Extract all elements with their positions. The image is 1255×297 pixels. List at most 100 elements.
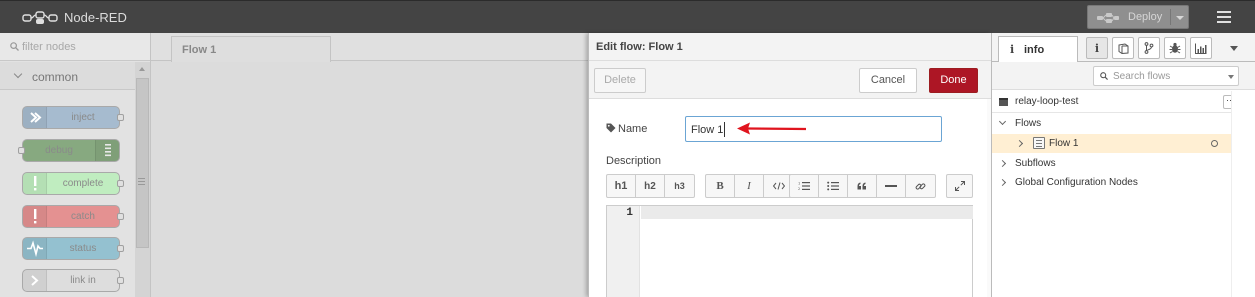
search-icon <box>1100 72 1108 80</box>
horizontal-rule-button[interactable] <box>877 175 906 197</box>
h2-button[interactable]: h2 <box>636 175 665 197</box>
sidebar-tabs: i info i <box>992 33 1255 63</box>
output-port <box>117 277 124 284</box>
workspace-tabs: Flow 1 <box>151 33 588 62</box>
palette-node-status[interactable]: status <box>22 237 124 260</box>
flow-icon <box>1033 137 1045 149</box>
tree-flows[interactable]: Flows <box>992 114 1231 133</box>
main-menu-button[interactable] <box>1209 6 1239 28</box>
tray-title: Edit flow: Flow 1 <box>596 41 683 53</box>
tree-flows-label: Flows <box>1015 118 1042 129</box>
text-cursor <box>724 122 725 137</box>
info-tab-button[interactable]: i <box>1086 37 1108 59</box>
quote-icon <box>857 182 866 190</box>
node-palette: common inject debug complete <box>0 33 151 297</box>
search-flows-input[interactable] <box>1113 69 1221 83</box>
project-row[interactable]: relay-loop-test ··· <box>992 91 1238 113</box>
palette-category-common[interactable]: common <box>0 62 135 90</box>
search-options-dropdown-icon[interactable] <box>1228 75 1234 79</box>
done-button[interactable]: Done <box>929 68 978 93</box>
link-icon <box>915 182 926 190</box>
palette-scrollbar[interactable] <box>135 62 150 297</box>
output-port <box>117 245 124 252</box>
tab-info[interactable]: i info <box>998 36 1078 63</box>
sidebar-scrollbar[interactable] <box>1231 91 1255 297</box>
deploy-dropdown-icon[interactable] <box>1176 16 1184 20</box>
quote-button[interactable] <box>848 175 877 197</box>
line-number: 1 <box>626 207 633 219</box>
description-label: Description <box>606 155 662 167</box>
deploy-label: Deploy <box>1128 11 1163 23</box>
header-bar: Node-RED Deploy <box>0 0 1255 33</box>
palette-node-inject[interactable]: inject <box>22 106 124 129</box>
bar-chart-icon <box>1195 43 1207 54</box>
palette-node-debug[interactable]: debug <box>18 139 120 162</box>
chevron-right-icon[interactable] <box>998 178 1007 187</box>
book-icon <box>1118 42 1128 54</box>
chevron-down-icon <box>13 69 23 79</box>
node-label: status <box>69 243 97 254</box>
deploy-divider <box>1170 9 1171 25</box>
inject-icon <box>23 107 47 128</box>
h1-button[interactable]: h1 <box>607 175 636 197</box>
debug-tab-button[interactable] <box>1164 37 1186 59</box>
block-toolbar-group: 1 2 <box>789 174 936 198</box>
tab-label: Flow 1 <box>182 44 217 56</box>
expand-icon <box>954 181 965 191</box>
scroll-up-icon[interactable] <box>139 67 145 71</box>
bold-button[interactable]: B <box>706 175 735 197</box>
project-tab-button[interactable] <box>1138 37 1160 59</box>
name-input[interactable]: Flow 1 <box>685 116 942 142</box>
tree-global-config[interactable]: Global Configuration Nodes <box>992 173 1231 192</box>
git-branch-icon <box>1144 42 1154 54</box>
tray-header: Edit flow: Flow 1 <box>589 33 992 61</box>
description-editor[interactable]: 1 <box>606 205 973 297</box>
help-tab-button[interactable] <box>1112 37 1134 59</box>
app-title: Node-RED <box>64 10 127 25</box>
search-icon <box>10 42 19 51</box>
active-line-highlight <box>641 206 973 219</box>
output-port <box>117 114 124 121</box>
chevron-down-icon[interactable] <box>998 117 1007 126</box>
flow-status-dot-icon[interactable] <box>1211 140 1218 147</box>
resize-grip-icon[interactable] <box>138 178 145 187</box>
project-name: relay-loop-test <box>1015 96 1079 107</box>
info-icon: i <box>1010 43 1015 56</box>
search-flows-field[interactable] <box>1093 66 1239 86</box>
tree-global-config-label: Global Configuration Nodes <box>1015 177 1138 188</box>
chevron-right-icon[interactable] <box>1015 139 1024 148</box>
code-icon <box>772 182 785 190</box>
debug-icon <box>95 140 119 161</box>
node-label: complete <box>62 178 104 189</box>
svg-text:2: 2 <box>798 187 800 191</box>
dashboard-tab-button[interactable] <box>1190 37 1212 59</box>
h3-button[interactable]: h3 <box>665 175 694 197</box>
tab-flow-1[interactable]: Flow 1 <box>171 36 331 62</box>
chevron-right-icon[interactable] <box>998 159 1007 168</box>
palette-node-complete[interactable]: complete <box>22 172 124 195</box>
scroll-thumb[interactable] <box>136 78 149 248</box>
ordered-list-button[interactable]: 1 2 <box>790 175 819 197</box>
tree-flow-item[interactable]: Flow 1 <box>992 134 1231 153</box>
node-label: catch <box>71 211 95 222</box>
italic-button[interactable]: I <box>735 175 764 197</box>
tree-subflows[interactable]: Subflows <box>992 154 1231 173</box>
sidebar-tabs-dropdown-icon[interactable] <box>1230 46 1238 51</box>
palette-node-catch[interactable]: catch <box>22 205 124 228</box>
delete-button[interactable]: Delete <box>594 68 646 93</box>
sidebar: i info i Search flows relay-loop-test Fl… <box>991 33 1255 297</box>
link-button[interactable] <box>906 175 935 197</box>
palette-search <box>0 33 150 61</box>
expand-editor-button[interactable] <box>946 174 973 198</box>
bullet-list-button[interactable] <box>819 175 848 197</box>
palette-node-link-in[interactable]: link in <box>22 269 124 292</box>
bullet-list-icon <box>827 181 839 191</box>
red-arrow-annotation-icon <box>737 122 807 135</box>
cancel-button[interactable]: Cancel <box>859 68 917 93</box>
filter-nodes-input[interactable] <box>22 38 142 56</box>
deploy-button[interactable]: Deploy <box>1087 5 1189 29</box>
svg-text:1: 1 <box>798 182 800 186</box>
tray-toolbar: Delete Cancel Done <box>589 61 992 99</box>
output-port <box>117 213 124 220</box>
heading-toolbar-group: h1 h2 h3 <box>606 174 695 198</box>
